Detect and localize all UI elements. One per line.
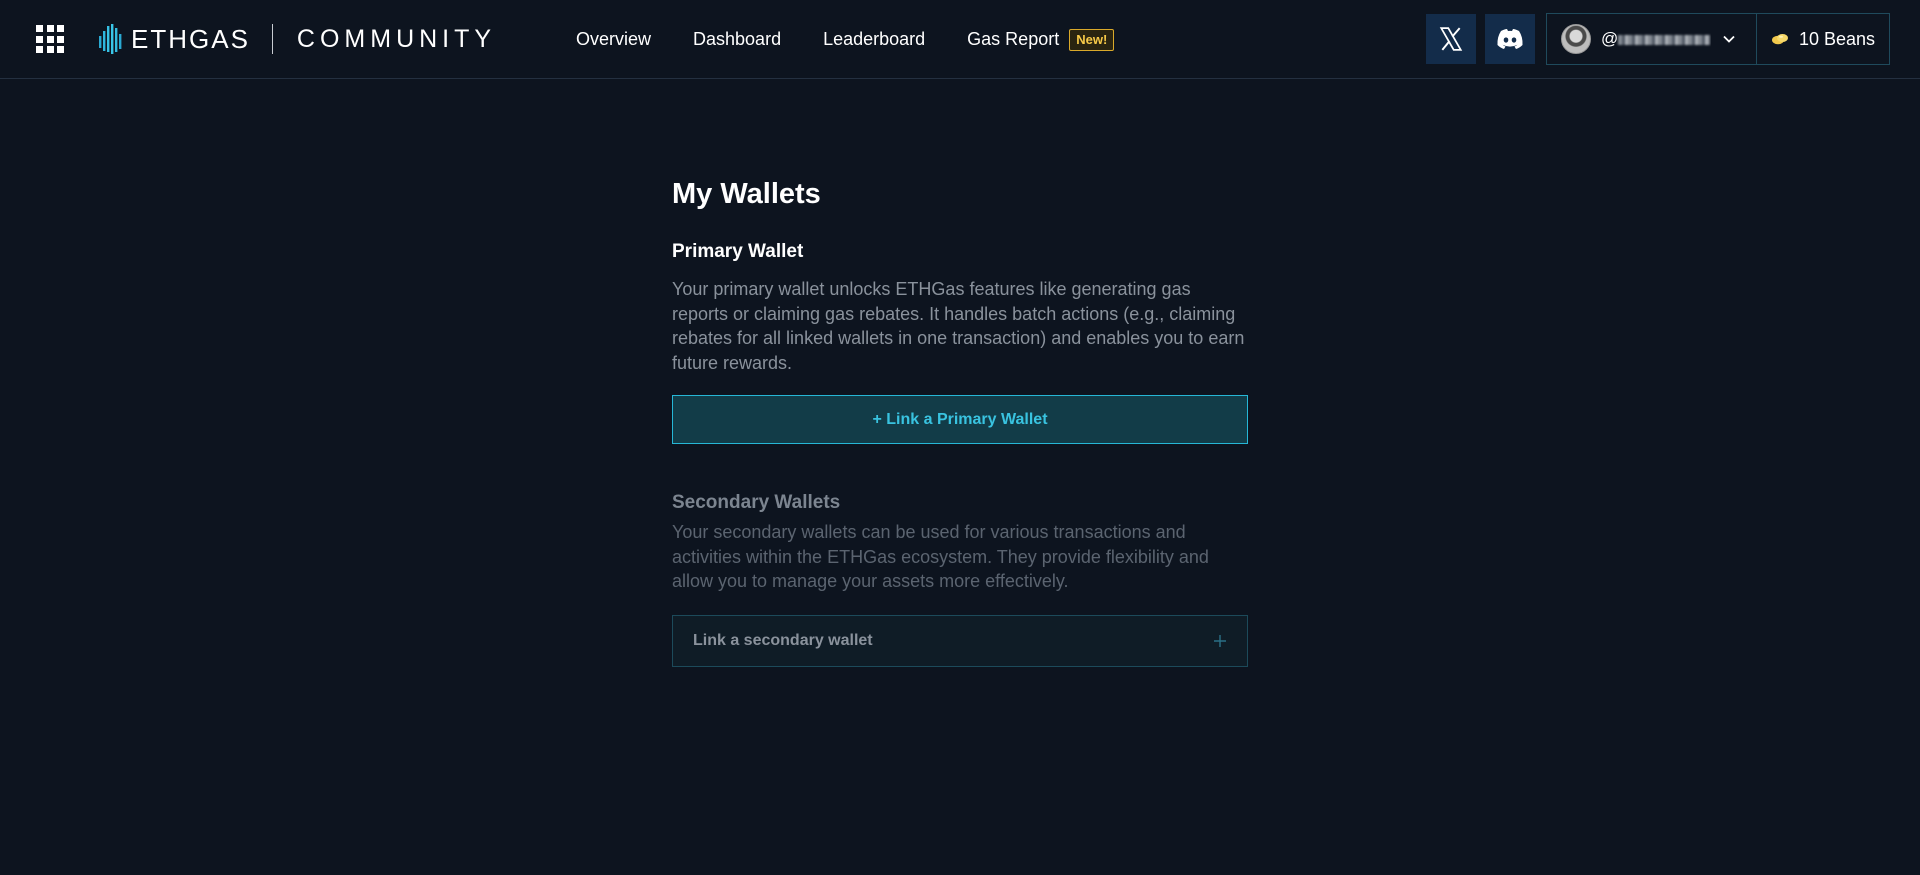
wallets-panel: My Wallets Primary Wallet Your primary w… [672, 170, 1248, 667]
beans-label: 10 Beans [1798, 28, 1876, 49]
logo-divider [271, 24, 273, 54]
page-title: My Wallets [672, 178, 821, 210]
logo-text: ETHGAS [131, 23, 250, 54]
link-secondary-wallet-button[interactable]: Link a secondary wallet [672, 614, 1248, 667]
nav-leaderboard-label: Leaderboard [823, 29, 926, 49]
top-header: ETHGAS COMMUNITY Overview Dashboard Lead… [0, 0, 1920, 79]
nav-leaderboard[interactable]: Leaderboard [823, 29, 925, 50]
avatar [1561, 24, 1591, 54]
link-primary-wallet-button[interactable]: + Link a Primary Wallet [672, 395, 1248, 444]
account-box: @ 10 Beans [1546, 13, 1890, 65]
username: @ [1601, 29, 1711, 49]
nav-overview-label: Overview [576, 29, 652, 49]
beans-balance[interactable]: 10 Beans [1757, 14, 1889, 64]
username-redacted [1618, 34, 1711, 45]
discord-icon [1497, 29, 1523, 49]
nav-overview[interactable]: Overview [576, 29, 651, 50]
nav-gas-report[interactable]: Gas Report New! [967, 28, 1115, 51]
link-primary-wallet-label: + Link a Primary Wallet [872, 410, 1048, 428]
logo-community-text: COMMUNITY [296, 24, 497, 53]
new-badge: New! [1069, 28, 1115, 51]
main-nav: Overview Dashboard Leaderboard Gas Repor… [576, 0, 1115, 79]
secondary-wallets-title: Secondary Wallets [672, 492, 841, 513]
site-logo[interactable]: ETHGAS COMMUNITY [99, 24, 496, 54]
beans-icon [1771, 34, 1788, 45]
username-prefix: @ [1601, 29, 1619, 48]
secondary-wallets-description: Your secondary wallets can be used for v… [672, 522, 1209, 591]
primary-wallet-description: Your primary wallet unlocks ETHGas featu… [672, 279, 1245, 373]
nav-dashboard-label: Dashboard [693, 29, 782, 49]
user-menu-button[interactable]: @ [1547, 14, 1757, 64]
link-secondary-wallet-label: Link a secondary wallet [693, 631, 873, 649]
apps-grid-icon[interactable] [36, 25, 64, 53]
nav-dashboard[interactable]: Dashboard [693, 29, 781, 50]
chevron-down-icon [1723, 35, 1735, 43]
primary-wallet-title: Primary Wallet [672, 241, 804, 262]
ethgas-logo-icon [99, 24, 122, 54]
x-icon [1439, 27, 1463, 51]
plus-icon [1214, 634, 1226, 647]
nav-gas-report-label: Gas Report [967, 29, 1060, 49]
secondary-wallets-section: Secondary Wallets Your secondary wallets… [672, 492, 1248, 667]
x-social-button[interactable] [1426, 14, 1476, 64]
discord-social-button[interactable] [1485, 14, 1535, 64]
